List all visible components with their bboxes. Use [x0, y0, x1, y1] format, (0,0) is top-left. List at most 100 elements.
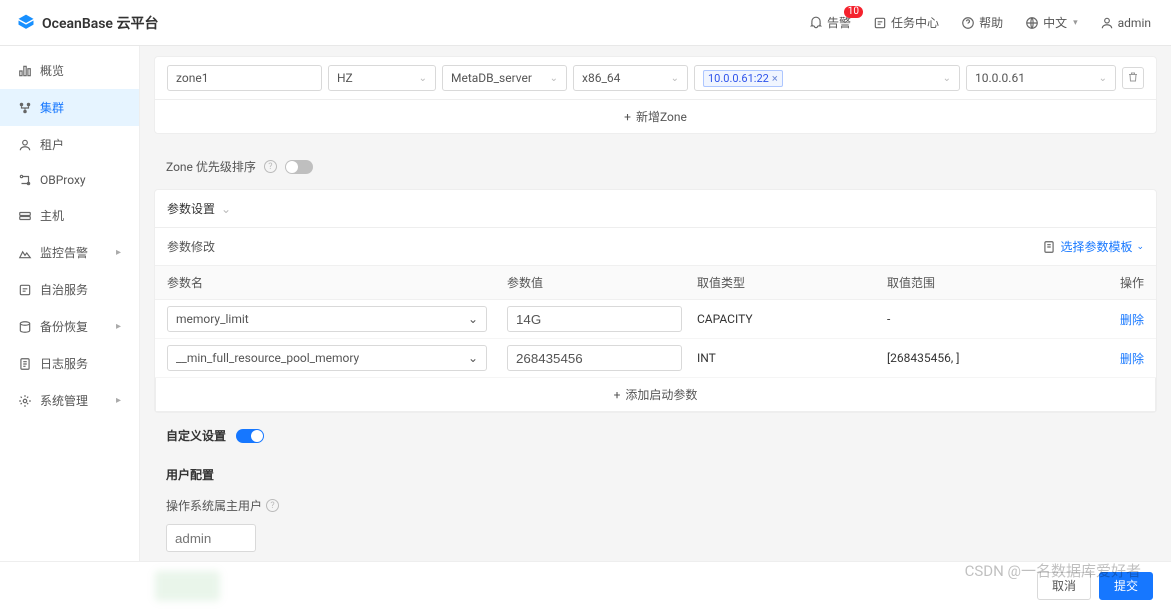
side-icon	[18, 283, 32, 297]
template-icon	[1042, 240, 1056, 254]
chevron-down-icon: ⌄	[468, 312, 478, 326]
sidebar-item-8[interactable]: 日志服务	[0, 345, 139, 382]
sidebar-item-label: 租户	[40, 136, 64, 153]
nav-user[interactable]: admin	[1096, 14, 1155, 32]
sidebar-item-7[interactable]: 备份恢复▸	[0, 308, 139, 345]
param-name-select[interactable]: __min_full_resource_pool_memory⌄	[167, 345, 487, 371]
side-icon	[18, 357, 32, 371]
chevron-down-icon: ⌄	[1099, 73, 1107, 84]
zone-server-select[interactable]: MetaDB_server ⌄	[442, 65, 567, 91]
sidebar-item-3[interactable]: OBProxy	[0, 163, 139, 197]
custom-settings-label: 自定义设置	[166, 427, 226, 444]
sidebar-item-4[interactable]: 主机	[0, 197, 139, 234]
chevron-down-icon: ⌄	[221, 202, 231, 216]
side-icon	[18, 64, 32, 78]
chevron-down-icon: ⌄	[671, 73, 679, 84]
zone-idc-select[interactable]: HZ⌄	[328, 65, 436, 91]
os-user-label: 操作系统属主用户	[166, 497, 262, 514]
help-icon[interactable]: ?	[264, 160, 277, 173]
add-zone-button[interactable]: +新增Zone	[155, 99, 1156, 133]
brand: OceanBase 云平台	[16, 13, 158, 33]
delete-zone-button[interactable]	[1122, 67, 1144, 89]
alert-badge: 10	[844, 6, 863, 18]
col-val: 参数值	[507, 274, 697, 291]
nav-help-label: 帮助	[979, 14, 1003, 31]
custom-settings-row: 自定义设置	[154, 423, 1157, 460]
caret-right-icon: ▸	[116, 395, 121, 406]
custom-settings-switch[interactable]	[236, 429, 264, 443]
sidebar-item-5[interactable]: 监控告警▸	[0, 234, 139, 271]
nav-alert[interactable]: 告警 10	[805, 12, 855, 33]
param-value-input[interactable]	[507, 306, 682, 332]
host-tag-label: 10.0.0.61:22	[708, 72, 769, 85]
param-section-title: 参数设置	[167, 200, 215, 217]
param-template-link[interactable]: 选择参数模板 ⌄	[1042, 238, 1144, 255]
param-row: __min_full_resource_pool_memory⌄ INT[2684…	[155, 339, 1156, 378]
param-range: [268435456, ]	[887, 351, 1094, 365]
param-sub-label: 参数修改	[167, 238, 215, 255]
nav-help[interactable]: 帮助	[957, 12, 1007, 33]
sidebar-item-0[interactable]: 概览	[0, 52, 139, 89]
side-icon	[18, 101, 32, 115]
zone-arch-select[interactable]: x86_64⌄	[573, 65, 688, 91]
plus-icon: +	[614, 388, 621, 402]
brand-title: OceanBase 云平台	[42, 13, 158, 33]
param-type: CAPACITY	[697, 312, 887, 326]
nav-lang[interactable]: 中文 ▾	[1021, 12, 1082, 33]
add-zone-label: 新增Zone	[636, 108, 687, 125]
col-name: 参数名	[167, 274, 507, 291]
side-icon	[18, 138, 32, 152]
sidebar-item-label: 概览	[40, 62, 64, 79]
close-icon[interactable]: ×	[772, 72, 778, 85]
chevron-down-icon: ⌄	[943, 73, 951, 84]
param-value-input[interactable]	[507, 345, 682, 371]
os-user-input[interactable]	[166, 524, 256, 552]
sidebar-item-label: 日志服务	[40, 355, 88, 372]
zone-name-select[interactable]: zone1	[167, 65, 322, 91]
chevron-down-icon: ⌄	[468, 351, 478, 365]
param-name-select[interactable]: memory_limit⌄	[167, 306, 487, 332]
cancel-button[interactable]: 取消	[1037, 572, 1091, 600]
col-op: 操作	[1094, 274, 1144, 291]
add-param-label: 添加启动参数	[625, 386, 697, 403]
chevron-down-icon: ⌄	[550, 73, 558, 84]
param-section-head[interactable]: 参数设置 ⌄	[155, 190, 1156, 228]
trash-icon	[1127, 71, 1139, 86]
zone-name-val: zone1	[176, 71, 208, 85]
param-delete-link[interactable]: 删除	[1120, 352, 1144, 366]
param-template-label: 选择参数模板	[1060, 238, 1132, 255]
help-icon[interactable]: ?	[266, 499, 279, 512]
sidebar-item-9[interactable]: 系统管理 ▸	[0, 382, 139, 419]
submit-button[interactable]: 提交	[1099, 572, 1153, 600]
sidebar-item-label: 主机	[40, 207, 64, 224]
caret-right-icon: ▸	[116, 321, 121, 332]
nav-user-label: admin	[1118, 16, 1151, 30]
zone-host-select[interactable]: 10.0.0.61:22× ⌄	[694, 65, 960, 91]
side-icon	[18, 394, 32, 408]
param-range: -	[887, 312, 1094, 326]
brand-icon	[16, 13, 36, 33]
zone-root-val: 10.0.0.61	[975, 71, 1025, 85]
add-param-button[interactable]: + 添加启动参数	[155, 378, 1156, 412]
param-table-head: 参数名 参数值 取值类型 取值范围 操作	[155, 265, 1156, 300]
sidebar-item-6[interactable]: 自治服务	[0, 271, 139, 308]
tasks-icon	[873, 16, 887, 30]
host-tag[interactable]: 10.0.0.61:22×	[703, 70, 783, 87]
side-icon	[18, 320, 32, 334]
sidebar-item-label: 系统管理	[40, 392, 88, 409]
sidebar-item-label: 监控告警	[40, 244, 88, 261]
sidebar-item-1[interactable]: 集群	[0, 89, 139, 126]
zone-root-select[interactable]: 10.0.0.61 ⌄	[966, 65, 1116, 91]
zone-priority-switch[interactable]	[285, 160, 313, 174]
param-type: INT	[697, 351, 887, 365]
zone-priority-label: Zone 优先级排序	[166, 158, 256, 175]
param-row: memory_limit⌄ CAPACITY- 删除	[155, 300, 1156, 339]
nav-tasks[interactable]: 任务中心	[869, 12, 943, 33]
zone-server-val: MetaDB_server	[451, 71, 532, 85]
sidebar-item-2[interactable]: 租户	[0, 126, 139, 163]
param-delete-link[interactable]: 删除	[1120, 313, 1144, 327]
nav-lang-label: 中文	[1043, 14, 1067, 31]
zone-priority-row: Zone 优先级排序 ?	[154, 144, 1157, 189]
chevron-down-icon: ▾	[1073, 18, 1078, 28]
help-icon	[961, 16, 975, 30]
